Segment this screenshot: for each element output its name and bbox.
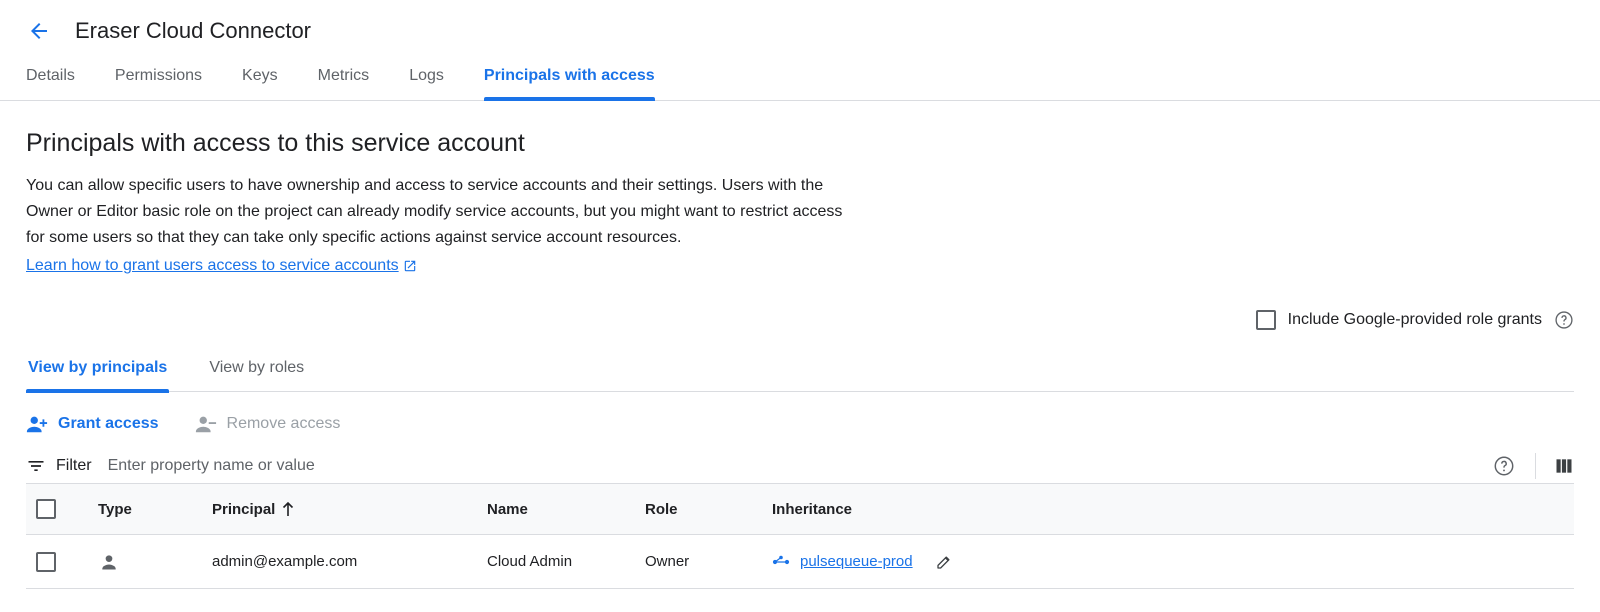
toolbar-divider — [1535, 453, 1536, 479]
column-header-name[interactable]: Name — [487, 484, 528, 534]
filter-help-icon[interactable] — [1493, 455, 1515, 477]
back-button[interactable] — [24, 16, 54, 46]
learn-more-link-label: Learn how to grant users access to servi… — [26, 257, 399, 274]
tab-permissions[interactable]: Permissions — [115, 62, 202, 101]
column-header-principal-label: Principal — [212, 500, 276, 518]
person-add-icon — [26, 416, 48, 433]
tab-details[interactable]: Details — [26, 62, 75, 101]
person-icon — [102, 554, 116, 569]
table-header: Type Principal Name Role Inheritance — [26, 484, 1574, 535]
type-cell — [98, 535, 119, 588]
person-remove-icon — [195, 416, 216, 433]
view-tabs: View by principals View by roles — [26, 350, 1574, 393]
tab-view-by-roles[interactable]: View by roles — [207, 350, 306, 392]
select-all-cell — [36, 484, 56, 534]
filter-bar: Filter — [26, 448, 1574, 484]
section-description: You can allow specific users to have own… — [26, 177, 843, 246]
column-header-role[interactable]: Role — [645, 484, 678, 534]
tab-keys[interactable]: Keys — [242, 62, 278, 101]
column-display-icon[interactable] — [1554, 456, 1574, 476]
tab-view-by-principals[interactable]: View by principals — [26, 350, 170, 393]
grant-access-label: Grant access — [58, 415, 159, 432]
row-select-cell — [36, 535, 56, 588]
filter-tools — [1493, 448, 1574, 484]
grant-access-button[interactable]: Grant access — [26, 413, 159, 435]
include-google-grants-row: Include Google-provided role grants — [1255, 306, 1574, 334]
principals-table: Type Principal Name Role Inheritance adm… — [26, 484, 1574, 589]
main-tabs: Details Permissions Keys Metrics Logs Pr… — [26, 62, 695, 101]
help-icon[interactable] — [1554, 310, 1574, 330]
column-header-inheritance[interactable]: Inheritance — [772, 484, 852, 534]
remove-access-label: Remove access — [226, 415, 341, 432]
name-cell: Cloud Admin — [487, 553, 573, 570]
page-header: Eraser Cloud Connector Details Permissio… — [0, 0, 1600, 101]
arrow-back-icon — [31, 23, 47, 39]
section-title: Principals with access to this service a… — [26, 129, 525, 157]
remove-access-button[interactable]: Remove access — [195, 413, 341, 435]
include-google-grants-checkbox[interactable] — [1255, 310, 1276, 330]
learn-more-link[interactable]: Learn how to grant users access to servi… — [26, 253, 417, 279]
sort-ascending-icon — [281, 501, 295, 517]
row-select-checkbox[interactable] — [36, 551, 56, 572]
tab-metrics[interactable]: Metrics — [318, 62, 370, 101]
edit-icon[interactable] — [935, 553, 953, 571]
filter-icon — [28, 460, 44, 471]
principal-cell: admin@example.com — [212, 553, 358, 570]
inheritance-link[interactable]: pulsequeue-prod — [800, 553, 913, 570]
role-cell: Owner — [645, 553, 690, 570]
table-row: admin@example.com Cloud Admin Owner puls… — [26, 535, 1574, 589]
column-header-type[interactable]: Type — [98, 484, 132, 534]
filter-label: Filter — [56, 456, 92, 474]
page-title: Eraser Cloud Connector — [75, 18, 312, 43]
include-google-grants-label: Include Google-provided role grants — [1287, 311, 1542, 328]
project-hierarchy-icon — [772, 555, 790, 564]
select-all-checkbox[interactable] — [36, 499, 56, 519]
tab-logs[interactable]: Logs — [409, 62, 444, 101]
action-toolbar: Grant access Remove access — [26, 410, 376, 438]
filter-input[interactable] — [107, 456, 908, 475]
tab-principals-with-access[interactable]: Principals with access — [483, 62, 655, 101]
inheritance-cell: pulsequeue-prod — [772, 535, 953, 588]
external-link-icon — [404, 260, 415, 272]
column-header-principal[interactable]: Principal — [212, 484, 295, 534]
